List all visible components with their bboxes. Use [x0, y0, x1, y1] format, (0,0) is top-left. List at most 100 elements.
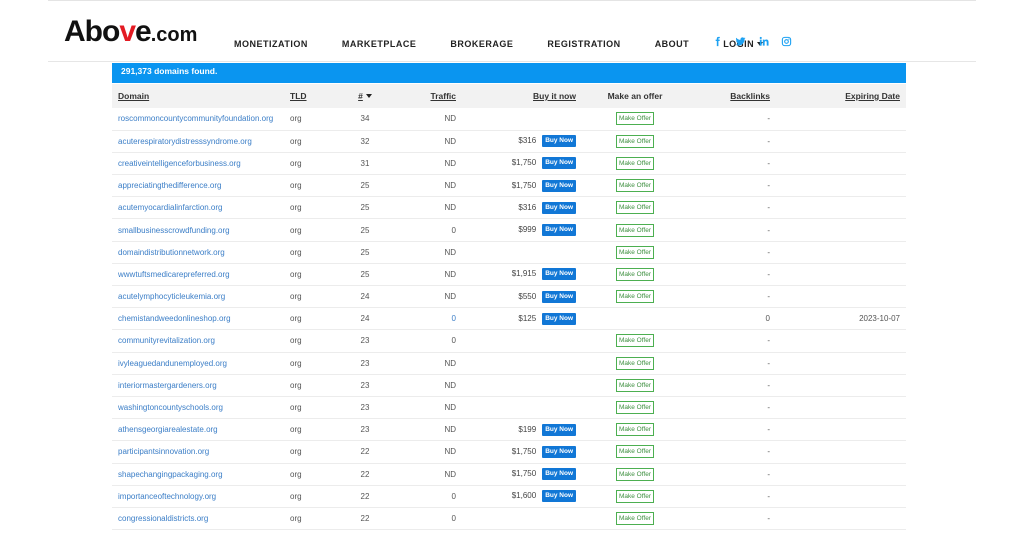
table-row: shapechangingpackaging.org org 22 ND $1,750 B… — [112, 463, 906, 486]
buy-cell: $125 Buy Now — [462, 308, 582, 330]
tld-cell: org — [290, 247, 302, 257]
domain-link[interactable]: acutemyocardialinfarction.org — [118, 203, 223, 212]
buy-now-button[interactable]: Buy Now — [542, 290, 576, 303]
expiring-cell — [796, 419, 906, 441]
domain-cell: washingtoncountyschools.org — [112, 396, 284, 418]
make-offer-button[interactable]: Make Offer — [615, 179, 655, 193]
make-offer-button[interactable]: Make Offer — [615, 267, 655, 281]
buy-cell: $1,750 Buy Now — [462, 152, 582, 174]
make-offer-button[interactable]: Make Offer — [615, 401, 655, 415]
domain-cell: athensgeorgiarealestate.org — [112, 419, 284, 441]
make-offer-button[interactable]: Make Offer — [615, 290, 655, 304]
buy-now-button[interactable]: Buy Now — [542, 224, 576, 237]
col-expiring-header[interactable]: Expiring Date — [796, 84, 906, 108]
domain-cell: interiormastergardeners.org — [112, 374, 284, 396]
col-num-header[interactable]: # — [350, 84, 380, 108]
traffic-cell: ND — [444, 158, 456, 168]
domain-link[interactable]: chemistandweedonlineshop.org — [118, 314, 231, 323]
domain-link[interactable]: interiormastergardeners.org — [118, 381, 217, 390]
buy-now-button[interactable]: Buy Now — [542, 135, 576, 148]
domain-link[interactable]: participantsinnovation.org — [118, 447, 209, 456]
main-nav: MONETIZATION MARKETPLACE BROKERAGE REGIS… — [234, 39, 764, 49]
make-offer-button[interactable]: Make Offer — [615, 112, 655, 126]
buy-cell: $999 Buy Now — [462, 219, 582, 241]
nav-monetization[interactable]: MONETIZATION — [234, 39, 308, 49]
make-offer-button[interactable]: Make Offer — [615, 356, 655, 370]
domain-link[interactable]: shapechangingpackaging.org — [118, 470, 223, 479]
make-offer-button[interactable]: Make Offer — [615, 489, 655, 503]
nav-registration[interactable]: REGISTRATION — [547, 39, 620, 49]
table-row: wwwtuftsmedicarepreferred.org org 25 ND $1,9… — [112, 263, 906, 286]
domain-link[interactable]: washingtoncountyschools.org — [118, 403, 223, 412]
tld-cell: org — [290, 513, 302, 523]
twitter-icon[interactable] — [735, 36, 746, 47]
make-offer-button[interactable]: Make Offer — [615, 223, 655, 237]
backlinks-cell: - — [767, 247, 770, 257]
nav-about[interactable]: ABOUT — [655, 39, 690, 49]
facebook-icon[interactable] — [712, 36, 723, 47]
col-domain-header[interactable]: Domain — [112, 84, 284, 108]
col-buy-header[interactable]: Buy it now — [462, 84, 582, 108]
buy-cell: $316 Buy Now — [462, 197, 582, 219]
linkedin-icon[interactable] — [758, 36, 769, 47]
buy-now-button[interactable]: Buy Now — [542, 179, 576, 192]
buy-now-button[interactable]: Buy Now — [542, 423, 576, 436]
buy-cell: $1,915 Buy Now — [462, 263, 582, 285]
buy-now-button[interactable]: Buy Now — [542, 268, 576, 281]
col-tld-header[interactable]: TLD — [284, 84, 350, 108]
domain-link[interactable]: acutelymphocyticleukemia.org — [118, 292, 225, 301]
make-offer-button[interactable]: Make Offer — [615, 134, 655, 148]
domain-link[interactable]: appreciatingthedifference.org — [118, 181, 221, 190]
nav-marketplace[interactable]: MARKETPLACE — [342, 39, 417, 49]
buy-now-button[interactable]: Buy Now — [542, 157, 576, 170]
col-traffic-header[interactable]: Traffic — [380, 84, 462, 108]
site-logo[interactable]: Above.com — [64, 16, 214, 48]
domain-link[interactable]: wwwtuftsmedicarepreferred.org — [118, 270, 230, 279]
domain-cell: chemistandweedonlineshop.org — [112, 308, 284, 330]
num-cell: 31 — [360, 158, 370, 168]
tld-cell: org — [290, 269, 302, 279]
make-offer-button[interactable]: Make Offer — [615, 423, 655, 437]
domain-link[interactable]: acuterespiratorydistresssyndrome.org — [118, 137, 252, 146]
num-cell: 23 — [360, 403, 370, 413]
buy-now-button[interactable]: Buy Now — [542, 490, 576, 503]
domain-cell: importanceoftechnology.org — [112, 485, 284, 507]
col-backlinks-header[interactable]: Backlinks — [688, 84, 796, 108]
buy-now-button[interactable]: Buy Now — [542, 312, 576, 325]
domain-link[interactable]: congressionaldistricts.org — [118, 514, 208, 523]
domain-link[interactable]: importanceoftechnology.org — [118, 492, 216, 501]
make-offer-button[interactable]: Make Offer — [615, 334, 655, 348]
domain-link[interactable]: roscommoncountycommunityfoundation.org — [118, 114, 273, 123]
buy-now-button[interactable]: Buy Now — [542, 468, 576, 481]
traffic-cell[interactable]: 0 — [380, 308, 462, 330]
offer-cell: Make Offer — [582, 108, 688, 130]
instagram-icon[interactable] — [781, 36, 792, 47]
domain-link[interactable]: creativeintelligenceforbusiness.org — [118, 159, 241, 168]
make-offer-button[interactable]: Make Offer — [615, 378, 655, 392]
backlinks-cell: - — [767, 513, 770, 523]
make-offer-button[interactable]: Make Offer — [615, 156, 655, 170]
num-cell: 25 — [360, 269, 370, 279]
domain-link[interactable]: ivyleaguedandunemployed.org — [118, 359, 227, 368]
backlinks-cell: - — [767, 425, 770, 435]
traffic-cell: ND — [444, 425, 456, 435]
buy-now-button[interactable]: Buy Now — [542, 445, 576, 458]
table-row: acutemyocardialinfarction.org org 25 ND $316… — [112, 197, 906, 219]
expiring-cell — [796, 441, 906, 463]
domain-link[interactable]: domaindistributionnetwork.org — [118, 248, 225, 257]
offer-cell: Make Offer — [582, 352, 688, 374]
make-offer-button[interactable]: Make Offer — [615, 245, 655, 259]
nav-brokerage[interactable]: BROKERAGE — [450, 39, 513, 49]
make-offer-button[interactable]: Make Offer — [615, 445, 655, 459]
table-row: washingtoncountyschools.org org 23 ND Make O… — [112, 396, 906, 419]
domain-link[interactable]: athensgeorgiarealestate.org — [118, 425, 218, 434]
make-offer-button[interactable]: Make Offer — [615, 511, 655, 525]
make-offer-button[interactable]: Make Offer — [615, 467, 655, 481]
buy-now-button[interactable]: Buy Now — [542, 201, 576, 214]
domain-link[interactable]: communityrevitalization.org — [118, 336, 215, 345]
num-cell: 23 — [360, 425, 370, 435]
buy-cell: $199 Buy Now — [462, 419, 582, 441]
domain-link[interactable]: smallbusinesscrowdfunding.org — [118, 226, 230, 235]
make-offer-button[interactable]: Make Offer — [615, 201, 655, 215]
offer-cell: Make Offer — [582, 152, 688, 174]
